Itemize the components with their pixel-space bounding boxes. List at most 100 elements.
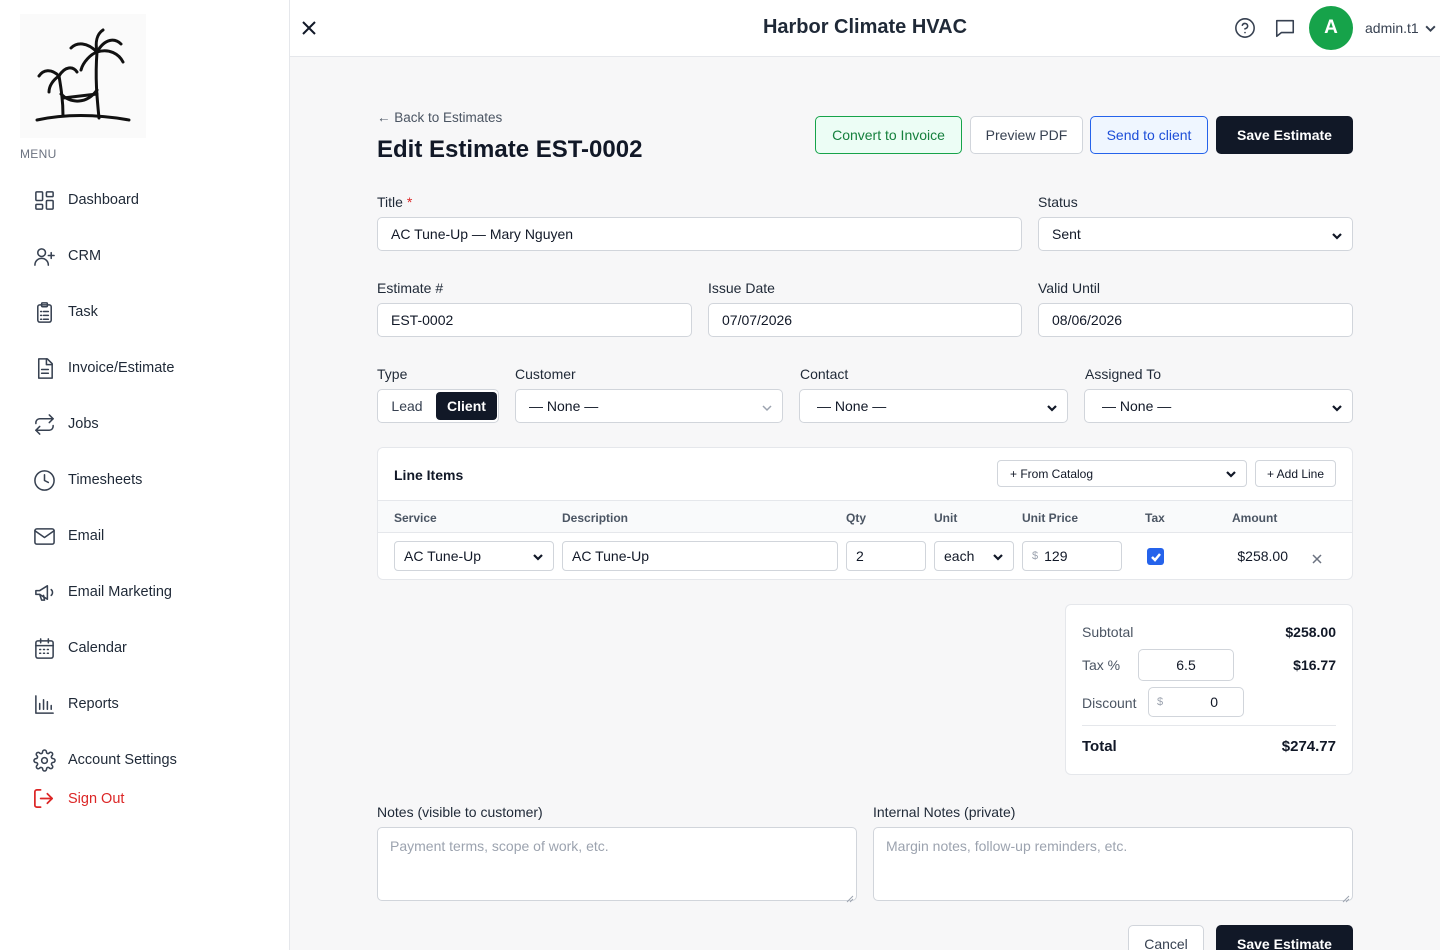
currency-prefix: $ xyxy=(1157,696,1164,708)
column-header: Unit xyxy=(934,511,958,525)
total-value: $274.77 xyxy=(1281,738,1336,755)
service-value: AC Tune-Up xyxy=(404,548,482,564)
estimate-number-label: Estimate # xyxy=(377,280,444,296)
chevron-down-icon xyxy=(992,550,1004,562)
save-estimate-bottom-button[interactable]: Save Estimate xyxy=(1216,925,1353,950)
bar-chart-icon xyxy=(32,692,56,716)
issue-date-label: Issue Date xyxy=(708,280,775,296)
sidebar-item-crm[interactable]: CRM xyxy=(0,228,290,284)
sidebar-item-reports[interactable]: Reports xyxy=(0,676,290,732)
gear-icon xyxy=(32,748,56,772)
sidebar-item-task[interactable]: Task xyxy=(0,284,290,340)
user-name[interactable]: admin.t1 xyxy=(1365,20,1419,36)
sidebar-item-label: Email xyxy=(68,528,105,544)
sidebar-item-label: Dashboard xyxy=(68,192,139,208)
sidebar-item-dashboard[interactable]: Dashboard xyxy=(0,172,290,228)
sidebar-item-email-marketing[interactable]: Email Marketing xyxy=(0,564,290,620)
issue-date-input[interactable]: 07/07/2026 xyxy=(708,303,1022,337)
title-label: Title * xyxy=(377,194,412,210)
resize-handle-icon[interactable] xyxy=(846,890,854,903)
chevron-down-icon xyxy=(532,550,544,562)
from-catalog-select[interactable]: + From Catalog xyxy=(997,460,1247,487)
public-notes-textarea[interactable]: Payment terms, scope of work, etc. xyxy=(377,827,857,903)
add-line-button[interactable]: + Add Line xyxy=(1255,460,1336,487)
column-header: Qty xyxy=(846,511,867,525)
tax-checkbox[interactable] xyxy=(1147,548,1164,565)
type-client-option[interactable]: Client xyxy=(436,392,497,420)
tax-label: Tax % xyxy=(1082,657,1121,673)
sidebar-item-email[interactable]: Email xyxy=(0,508,290,564)
subtotal-label: Subtotal xyxy=(1082,624,1134,640)
sidebar-item-account-settings[interactable]: Account Settings xyxy=(0,732,290,788)
contact-select[interactable]: — None — xyxy=(799,389,1068,423)
assigned-to-label: Assigned To xyxy=(1085,366,1162,382)
sidebar-item-label: Invoice/Estimate xyxy=(68,360,175,376)
public-notes-label: Notes (visible to customer) xyxy=(377,804,543,820)
preview-pdf-button[interactable]: Preview PDF xyxy=(970,116,1083,154)
resize-handle-icon[interactable] xyxy=(1342,890,1350,903)
qty-input[interactable]: 2 xyxy=(846,541,926,571)
sidebar-item-jobs[interactable]: Jobs xyxy=(0,396,290,452)
sidebar-item-calendar[interactable]: Calendar xyxy=(0,620,290,676)
totals-panel: Subtotal $258.00 Tax % 6.5 $16.77 Discou… xyxy=(1065,604,1353,775)
discount-input[interactable]: $ 0 xyxy=(1148,687,1244,717)
save-estimate-button[interactable]: Save Estimate xyxy=(1216,116,1353,154)
user-plus-icon xyxy=(32,244,56,268)
status-value: Sent xyxy=(1052,226,1081,242)
internal-notes-label: Internal Notes (private) xyxy=(873,804,1016,820)
sidebar-item-label: Jobs xyxy=(68,416,99,432)
total-label: Total xyxy=(1082,738,1117,755)
currency-prefix: $ xyxy=(1032,550,1039,562)
type-toggle: Lead Client xyxy=(377,389,499,423)
line-items-panel: Line Items + From Catalog + Add Line Ser… xyxy=(377,447,1353,580)
title-input[interactable]: AC Tune-Up — Mary Nguyen xyxy=(377,217,1022,251)
remove-line-icon[interactable] xyxy=(1312,551,1322,564)
assigned-to-select[interactable]: — None — xyxy=(1084,389,1353,423)
page-title: Edit Estimate EST-0002 xyxy=(377,136,643,163)
avatar[interactable]: A xyxy=(1309,6,1353,50)
discount-value: 0 xyxy=(1210,694,1218,710)
app-title: Harbor Climate HVAC xyxy=(762,16,968,38)
sidebar-item-invoice-estimate[interactable]: Invoice/Estimate xyxy=(0,340,290,396)
from-catalog-label: + From Catalog xyxy=(1010,466,1094,481)
dashboard-icon xyxy=(32,188,56,212)
sidebar-item-label: Task xyxy=(68,304,98,320)
description-input[interactable]: AC Tune-Up xyxy=(562,541,838,571)
service-select[interactable]: AC Tune-Up xyxy=(394,541,554,571)
document-icon xyxy=(32,356,56,380)
close-icon[interactable] xyxy=(298,17,320,39)
unit-select[interactable]: each xyxy=(934,541,1014,571)
chat-icon[interactable] xyxy=(1274,17,1296,39)
send-to-client-button[interactable]: Send to client xyxy=(1090,116,1208,154)
column-header: Unit Price xyxy=(1022,511,1079,525)
megaphone-icon xyxy=(32,580,56,604)
type-lead-option[interactable]: Lead xyxy=(379,391,435,421)
chevron-down-icon[interactable] xyxy=(1424,22,1437,35)
valid-until-input[interactable]: 08/06/2026 xyxy=(1038,303,1353,337)
sidebar-item-timesheets[interactable]: Timesheets xyxy=(0,452,290,508)
estimate-number-input[interactable]: EST-0002 xyxy=(377,303,692,337)
discount-label: Discount xyxy=(1082,695,1137,711)
customer-value: — None — xyxy=(529,398,599,414)
amount-value: $258.00 xyxy=(1237,548,1288,564)
unit-price-input[interactable]: $ 129 xyxy=(1022,541,1122,571)
customer-select[interactable]: — None — xyxy=(515,389,783,423)
status-select[interactable]: Sent xyxy=(1038,217,1353,251)
sign-out-icon xyxy=(32,787,56,811)
back-to-estimates-link[interactable]: ← Back to Estimates xyxy=(377,110,502,125)
unit-price-value: 129 xyxy=(1044,548,1068,564)
unit-value: each xyxy=(944,548,975,564)
help-icon[interactable] xyxy=(1234,17,1256,39)
cancel-button[interactable]: Cancel xyxy=(1128,925,1204,950)
internal-notes-textarea[interactable]: Margin notes, follow-up reminders, etc. xyxy=(873,827,1353,903)
convert-to-invoice-button[interactable]: Convert to Invoice xyxy=(815,116,962,154)
chevron-down-icon xyxy=(1046,401,1058,413)
check-icon xyxy=(1150,552,1161,562)
tax-rate-input[interactable]: 6.5 xyxy=(1138,649,1234,681)
sidebar-item-label: Calendar xyxy=(68,640,127,656)
column-header: Service xyxy=(394,511,437,525)
palm-tree-logo[interactable] xyxy=(20,14,146,138)
sign-out-button[interactable]: Sign Out xyxy=(32,787,124,811)
line-items-header: Service Description Qty Unit Unit Price … xyxy=(378,500,1352,533)
column-header: Tax xyxy=(1145,511,1165,525)
